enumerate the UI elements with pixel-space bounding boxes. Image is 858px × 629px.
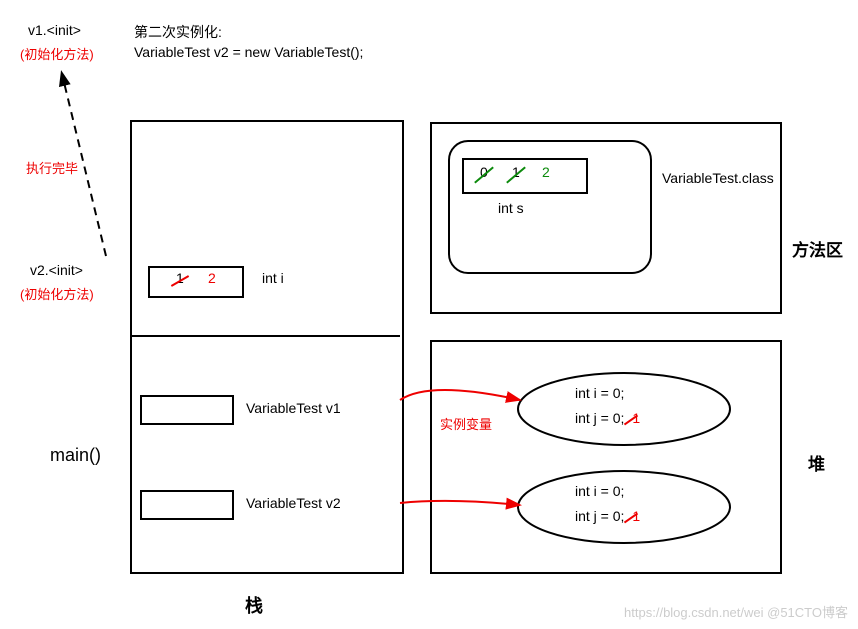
instance-var-label: 实例变量 [440, 414, 492, 433]
ref-arrows [0, 0, 858, 629]
watermark: https://blog.csdn.net/wei @51CTO博客 [624, 602, 848, 621]
diagram-canvas: v1.<init> (初始化方法) 第二次实例化: VariableTest v… [0, 0, 858, 629]
